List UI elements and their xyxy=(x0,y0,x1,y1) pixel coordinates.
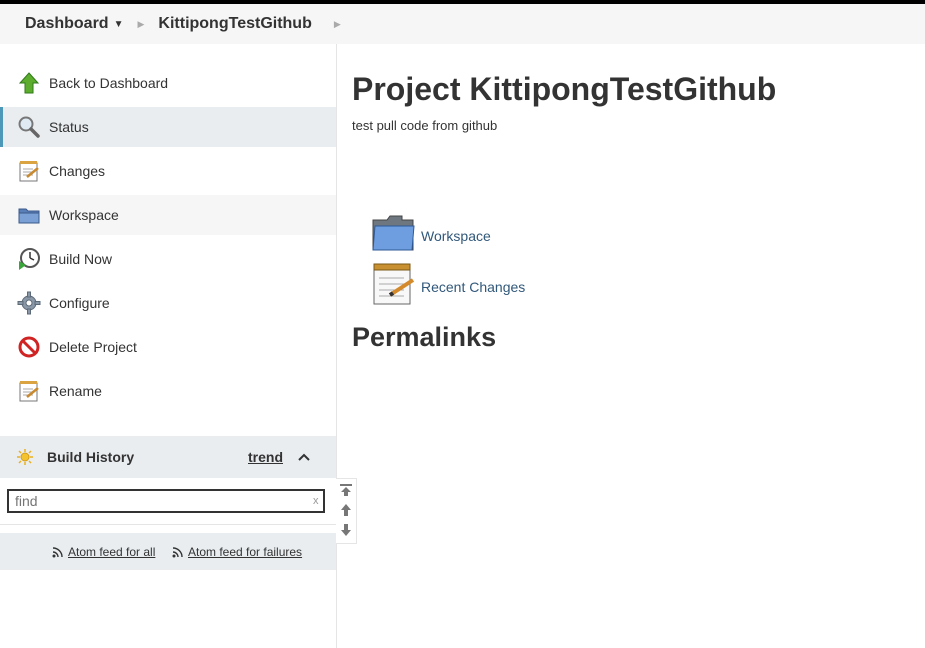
build-history-scroller xyxy=(336,478,357,544)
task-workspace[interactable]: Workspace xyxy=(0,195,336,235)
up-arrow-icon xyxy=(17,71,41,95)
task-build-now[interactable]: Build Now xyxy=(0,239,336,279)
sidebar: Back to Dashboard Status Changes Workspa… xyxy=(0,44,337,648)
task-label[interactable]: Configure xyxy=(49,295,110,311)
recent-changes-link-row[interactable]: Recent Changes xyxy=(372,262,525,311)
scroll-down-icon[interactable] xyxy=(339,523,353,542)
task-back-to-dashboard[interactable]: Back to Dashboard xyxy=(0,63,336,103)
magnifier-icon xyxy=(17,115,41,139)
task-label[interactable]: Rename xyxy=(49,383,102,399)
task-label[interactable]: Changes xyxy=(49,163,105,179)
build-history-title: Build History xyxy=(47,449,135,465)
chevron-up-icon[interactable] xyxy=(297,449,311,467)
breadcrumb-dashboard-label[interactable]: Dashboard xyxy=(25,15,109,33)
task-label[interactable]: Delete Project xyxy=(49,339,137,355)
task-rename[interactable]: Rename xyxy=(0,371,336,411)
gear-icon xyxy=(17,291,41,315)
permalinks-heading: Permalinks xyxy=(352,322,497,352)
task-delete-project[interactable]: Delete Project xyxy=(0,327,336,367)
rss-icon xyxy=(52,546,63,557)
notepad-icon xyxy=(17,379,41,403)
workspace-link-row[interactable]: Workspace xyxy=(372,214,491,257)
chevron-right-icon[interactable]: ▶ xyxy=(334,19,341,30)
workspace-link[interactable]: Workspace xyxy=(421,228,491,244)
folder-icon xyxy=(17,203,41,227)
atom-feed-failures-link[interactable]: Atom feed for failures xyxy=(172,545,302,559)
clear-search-button[interactable]: x xyxy=(313,495,319,507)
atom-feed-failures-label[interactable]: Atom feed for failures xyxy=(188,545,302,559)
breadcrumb-project[interactable]: KittipongTestGithub xyxy=(158,15,311,33)
atom-feed-all-link[interactable]: Atom feed for all xyxy=(52,545,155,559)
scroll-up-icon[interactable] xyxy=(339,503,353,522)
task-changes[interactable]: Changes xyxy=(0,151,336,191)
task-status[interactable]: Status xyxy=(0,107,336,147)
breadcrumb-project-label[interactable]: KittipongTestGithub xyxy=(158,15,311,33)
breadcrumb-dashboard[interactable]: Dashboard ▼ xyxy=(25,15,123,33)
chevron-right-icon: ▶ xyxy=(137,18,145,29)
atom-feed-all-label[interactable]: Atom feed for all xyxy=(68,545,155,559)
sun-icon xyxy=(17,449,33,470)
breadcrumb: Dashboard ▼ ▶ KittipongTestGithub ▶ xyxy=(0,4,925,44)
build-history-header: Build History trend xyxy=(0,436,336,478)
build-search: x xyxy=(0,478,336,525)
trend-link[interactable]: trend xyxy=(248,449,283,465)
no-entry-icon xyxy=(17,335,41,359)
recent-changes-link[interactable]: Recent Changes xyxy=(421,279,525,295)
task-configure[interactable]: Configure xyxy=(0,283,336,323)
page-title: Project KittipongTestGithub xyxy=(352,71,777,107)
task-label[interactable]: Workspace xyxy=(49,207,119,223)
caret-down-icon[interactable]: ▼ xyxy=(114,19,124,30)
clock-play-icon xyxy=(17,247,41,271)
rss-icon xyxy=(172,546,183,557)
notepad-icon xyxy=(17,159,41,183)
notepad-icon[interactable] xyxy=(372,262,415,311)
task-label[interactable]: Back to Dashboard xyxy=(49,75,168,91)
feeds-bar: Atom feed for all Atom feed for failures xyxy=(0,533,336,570)
scroll-top-icon[interactable] xyxy=(339,483,353,502)
find-input[interactable] xyxy=(7,489,325,513)
folder-icon[interactable] xyxy=(372,214,415,257)
task-label[interactable]: Build Now xyxy=(49,251,112,267)
project-description: test pull code from github xyxy=(352,118,498,133)
task-label[interactable]: Status xyxy=(49,119,89,135)
